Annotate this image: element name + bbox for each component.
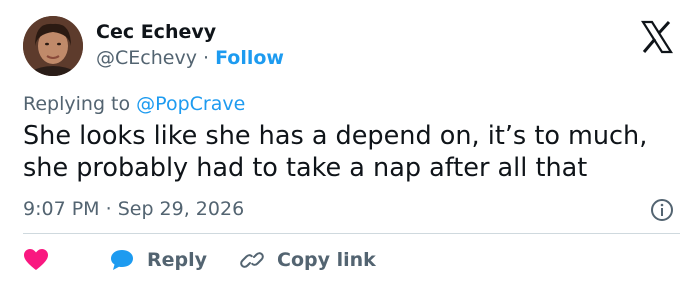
replying-mention-link[interactable]: @PopCrave xyxy=(136,93,245,115)
replying-to: Replying to @PopCrave xyxy=(23,93,245,115)
tweet-text-line: She looks like she has a depend on, it’s… xyxy=(23,121,648,151)
timestamp-link[interactable]: 9:07 PM · Sep 29, 2026 xyxy=(23,198,244,220)
author-name[interactable]: Cec Echevy xyxy=(96,21,216,43)
tweet-date: Sep 29, 2026 xyxy=(117,198,245,220)
tweet-text-line: she probably had to take a nap after all… xyxy=(23,153,588,183)
copy-link-button[interactable]: Copy link xyxy=(239,248,376,272)
reply-label: Reply xyxy=(147,249,208,271)
tweet-text: She looks like she has a depend on, it’s… xyxy=(23,120,683,184)
follow-button[interactable]: Follow xyxy=(215,47,284,69)
heart-icon xyxy=(24,249,48,270)
speech-bubble-icon xyxy=(111,250,133,270)
separator-dot: · xyxy=(105,198,112,220)
like-button[interactable] xyxy=(23,248,61,272)
replying-prefix: Replying to xyxy=(23,93,131,115)
separator-dot: · xyxy=(202,47,210,69)
divider xyxy=(23,233,680,234)
author-handle[interactable]: @CEchevy xyxy=(96,47,197,69)
avatar-image xyxy=(23,16,83,76)
info-icon[interactable] xyxy=(650,198,674,222)
avatar[interactable] xyxy=(23,16,83,76)
reply-button[interactable]: Reply xyxy=(109,248,207,272)
link-icon xyxy=(240,252,264,268)
author-handle-row: @CEchevy · Follow xyxy=(96,47,284,69)
action-bar: Reply Copy link xyxy=(23,244,408,276)
x-logo-icon[interactable] xyxy=(637,17,677,57)
copy-link-label: Copy link xyxy=(277,249,376,271)
tweet-time: 9:07 PM xyxy=(23,198,100,220)
